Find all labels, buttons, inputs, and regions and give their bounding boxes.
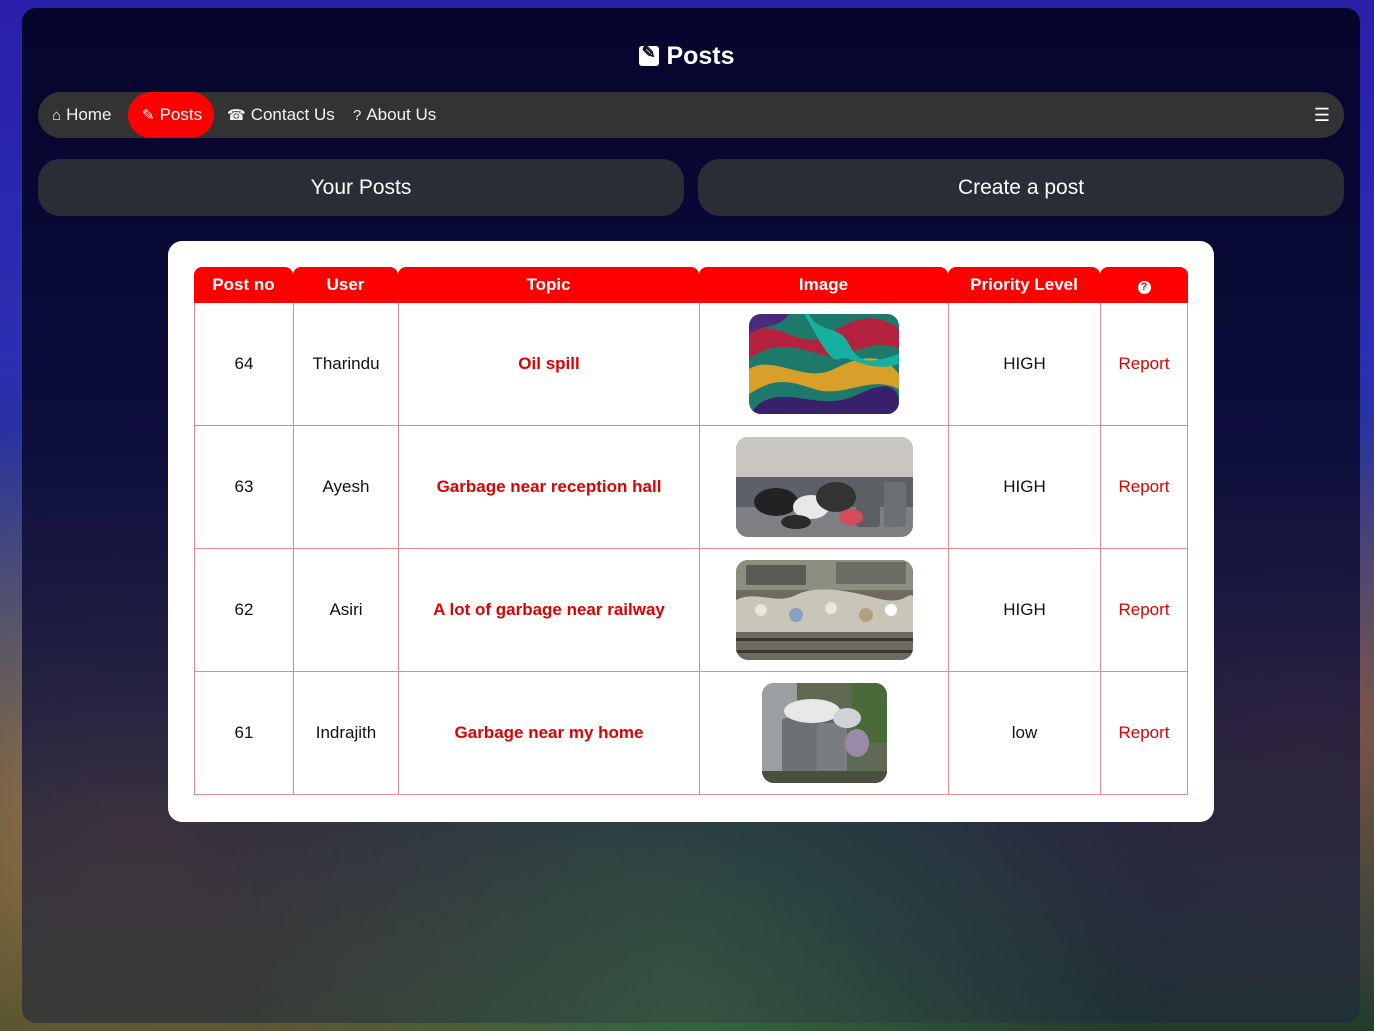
bins-garbage-image[interactable] (761, 683, 887, 783)
post-priority: low (948, 672, 1100, 795)
nav-posts[interactable]: ✎ Posts (128, 92, 214, 138)
edit-icon: ✎ (142, 107, 155, 124)
report-link[interactable]: Report (1100, 672, 1188, 795)
nav-home[interactable]: ⌂ Home (38, 92, 125, 138)
edit-icon (639, 43, 660, 66)
page-title-text: Posts (666, 42, 735, 70)
table-row: 63 Ayesh Garbage near reception hall HIG… (194, 426, 1188, 549)
phone-icon: ☎ (227, 107, 246, 124)
header-topic: Topic (398, 267, 699, 303)
report-link[interactable]: Report (1100, 549, 1188, 672)
nav-about[interactable]: ? About Us (339, 92, 450, 138)
post-image-cell (699, 303, 948, 426)
header-image: Image (699, 267, 948, 303)
header-post-no: Post no (194, 267, 293, 303)
table-row: 64 Tharindu Oil spill HIGH Report (194, 303, 1188, 426)
posts-card: Post no User Topic Image Priority Level … (168, 241, 1214, 822)
question-circle-icon: ? (353, 107, 362, 124)
post-topic[interactable]: A lot of garbage near railway (398, 549, 699, 672)
post-topic[interactable]: Garbage near reception hall (398, 426, 699, 549)
posts-table: Post no User Topic Image Priority Level … (194, 267, 1188, 795)
nav-home-label: Home (66, 105, 112, 124)
nav-about-label: About Us (366, 105, 437, 124)
post-user: Tharindu (293, 303, 398, 426)
garbage-bags-graphic (735, 437, 913, 537)
report-link[interactable]: Report (1100, 303, 1188, 426)
post-image-cell (699, 426, 948, 549)
create-post-button[interactable]: Create a post (698, 159, 1344, 216)
page-title: Posts (0, 42, 1374, 71)
header-help: ? (1100, 267, 1188, 303)
post-topic[interactable]: Garbage near my home (398, 672, 699, 795)
railway-garbage-graphic (735, 560, 913, 660)
post-no: 64 (194, 303, 293, 426)
post-image-cell (699, 549, 948, 672)
table-row: 62 Asiri A lot of garbage near railway H… (194, 549, 1188, 672)
report-link[interactable]: Report (1100, 426, 1188, 549)
nav-contact[interactable]: ☎ Contact Us (213, 92, 349, 138)
post-priority: HIGH (948, 303, 1100, 426)
nav-posts-label: Posts (159, 105, 203, 124)
navbar: ⌂ Home ✎ Posts ☎ Contact Us ? About Us ☰ (38, 92, 1344, 138)
garbage-bags-image[interactable] (735, 437, 913, 537)
post-no: 62 (194, 549, 293, 672)
oil-spill-image[interactable] (749, 314, 899, 414)
post-user: Indrajith (293, 672, 398, 795)
post-topic[interactable]: Oil spill (398, 303, 699, 426)
post-priority: HIGH (948, 549, 1100, 672)
oil-spill-graphic (749, 314, 899, 414)
post-user: Ayesh (293, 426, 398, 549)
table-row: 61 Indrajith Garbage near my home low Re… (194, 672, 1188, 795)
menu-icon[interactable]: ☰ (1314, 92, 1330, 138)
your-posts-button[interactable]: Your Posts (38, 159, 684, 216)
railway-garbage-image[interactable] (735, 560, 913, 660)
post-image-cell (699, 672, 948, 795)
home-icon: ⌂ (52, 107, 62, 124)
header-priority: Priority Level (948, 267, 1100, 303)
post-no: 63 (194, 426, 293, 549)
question-circle-icon: ? (1137, 281, 1151, 294)
post-no: 61 (194, 672, 293, 795)
bins-garbage-graphic (761, 683, 887, 783)
header-user: User (293, 267, 398, 303)
post-priority: HIGH (948, 426, 1100, 549)
post-user: Asiri (293, 549, 398, 672)
nav-contact-label: Contact Us (250, 105, 335, 124)
